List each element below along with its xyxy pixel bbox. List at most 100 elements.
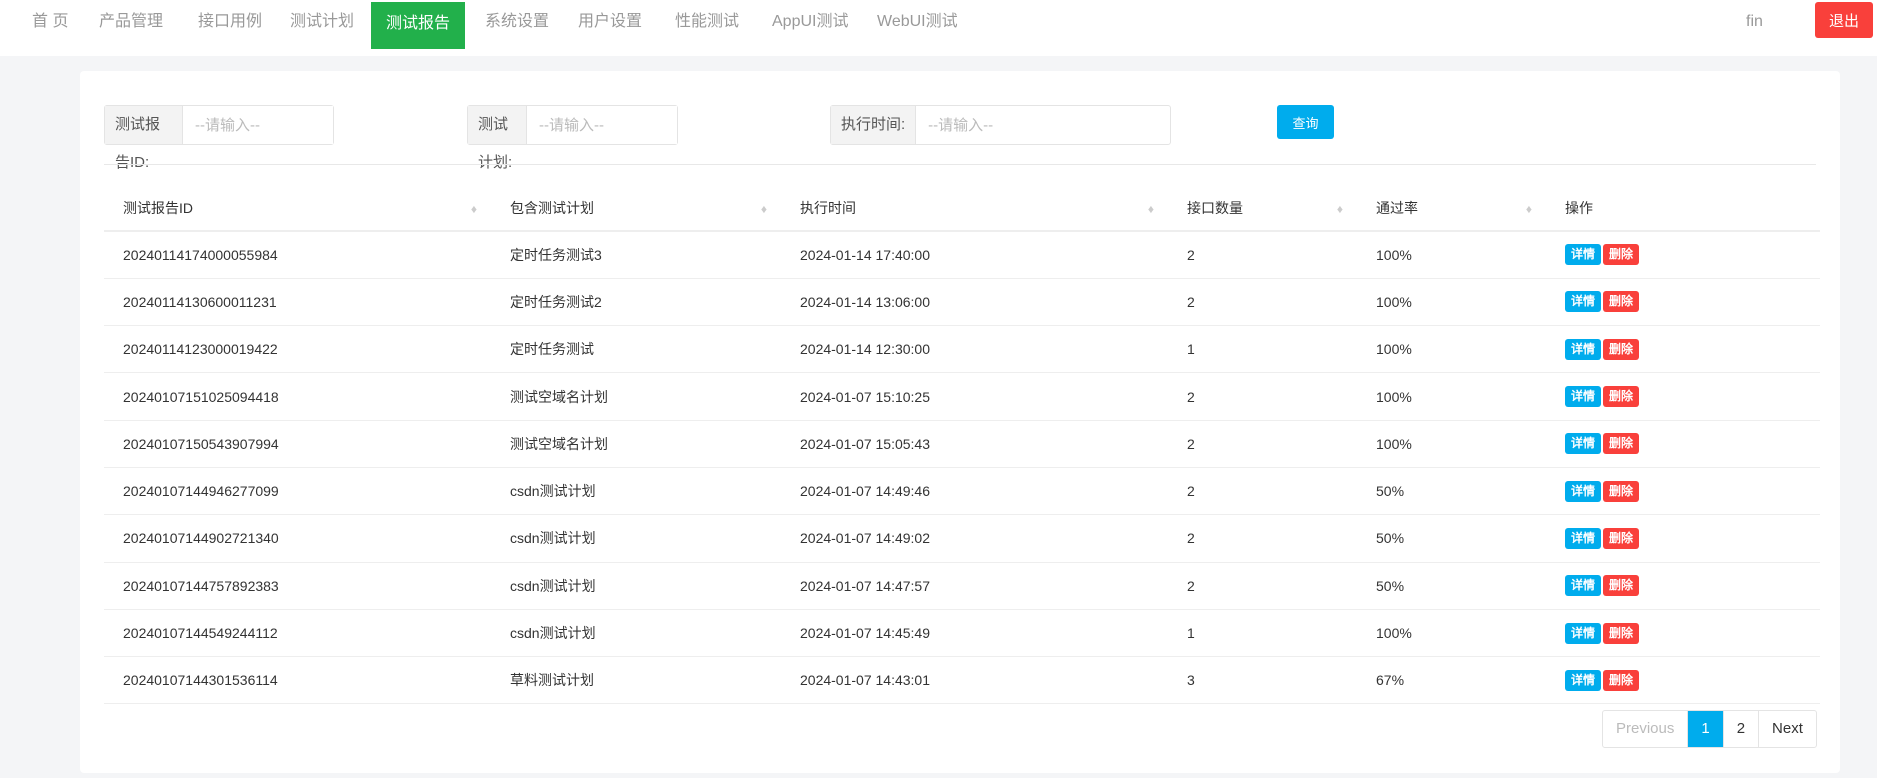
table-row: 20240107144757892383 csdn测试计划 2024-01-07 1… — [104, 562, 1820, 610]
top-nav: fin 退出 首 页产品管理 接口用例 测试计划 测试报告 系统设置 用户设置 性能测试 Ap… — [0, 0, 1877, 56]
sort-icon[interactable]: ♦ — [1526, 202, 1532, 216]
column-header[interactable]: 通过率 ♦ — [1357, 186, 1546, 232]
nav-item-3[interactable]: 测试计划 — [275, 2, 369, 42]
table-row: 20240114130600011231 定时任务测试2 2024-01-14 13… — [104, 278, 1820, 327]
detail-button[interactable]: 详情 — [1565, 433, 1602, 455]
table-cell: 测试空域名计划 — [491, 420, 781, 468]
table-cell: csdn测试计划 — [491, 609, 781, 658]
table-cell: 2 — [1168, 278, 1357, 327]
filter-label: 测试报告ID: — [105, 106, 183, 171]
table-cell: 2024-01-07 14:49:46 — [781, 467, 1168, 516]
filter-label: 测试计划: — [468, 106, 527, 171]
table-cell: 2024-01-14 13:06:00 — [781, 278, 1168, 327]
table-cell: 100% — [1357, 609, 1546, 658]
table-row: 20240114174000055984 定时任务测试3 2024-01-14 17… — [104, 231, 1820, 279]
table-cell: 20240107144549244112 — [104, 609, 491, 658]
detail-button[interactable]: 详情 — [1565, 527, 1602, 549]
actions-cell: 详情 删除 — [1546, 514, 1820, 563]
nav-item-8[interactable]: AppUI测试 — [757, 2, 863, 42]
table-cell: 20240107150543907994 — [104, 420, 491, 468]
table-cell: 定时任务测试2 — [491, 278, 781, 327]
actions-cell: 详情 删除 — [1546, 278, 1820, 327]
nav-item-5[interactable]: 系统设置 — [470, 2, 564, 42]
exec-time-input[interactable] — [916, 106, 1157, 144]
table-cell: 2 — [1168, 420, 1357, 468]
plan-input[interactable] — [527, 106, 677, 144]
table-cell: 100% — [1357, 231, 1546, 279]
table-cell: 67% — [1357, 656, 1546, 705]
page-2-button[interactable]: 2 — [1722, 711, 1758, 747]
table-row: 20240107144946277099 csdn测试计划 2024-01-07 1… — [104, 467, 1820, 516]
delete-button[interactable]: 删除 — [1603, 433, 1640, 455]
table-cell: 2 — [1168, 372, 1357, 421]
report-table: 测试报告ID ♦ 包含测试计划 ♦ 执行时间 ♦ 接口数量 ♦ 通过率 ♦ 操作 202401141… — [104, 186, 1820, 705]
delete-button[interactable]: 删除 — [1603, 386, 1640, 408]
nav-item-4[interactable]: 测试报告 — [371, 2, 466, 49]
delete-button[interactable]: 删除 — [1603, 291, 1640, 313]
detail-button[interactable]: 详情 — [1565, 338, 1602, 360]
nav-item-0[interactable]: 首 页 — [17, 2, 83, 42]
table-cell: 2 — [1168, 467, 1357, 516]
table-cell: csdn测试计划 — [491, 514, 781, 563]
sort-icon[interactable]: ♦ — [1148, 202, 1154, 216]
nav-item-7[interactable]: 性能测试 — [660, 2, 754, 42]
table-cell: 2024-01-07 14:49:02 — [781, 514, 1168, 563]
sort-icon[interactable]: ♦ — [1337, 202, 1343, 216]
column-header[interactable]: 执行时间 ♦ — [781, 186, 1168, 232]
table-cell: 1 — [1168, 609, 1357, 658]
detail-button[interactable]: 详情 — [1565, 244, 1602, 266]
table-cell: 50% — [1357, 514, 1546, 563]
nav-item-9[interactable]: WebUI测试 — [862, 2, 973, 42]
column-header[interactable]: 测试报告ID ♦ — [104, 186, 491, 232]
table-cell: 100% — [1357, 325, 1546, 374]
sort-icon[interactable]: ♦ — [761, 202, 767, 216]
delete-button[interactable]: 删除 — [1603, 480, 1640, 502]
delete-button[interactable]: 删除 — [1603, 338, 1640, 360]
current-user: fin — [1746, 13, 1763, 30]
table-cell: 2024-01-07 14:47:57 — [781, 562, 1168, 610]
table-cell: 20240107144757892383 — [104, 562, 491, 610]
table-cell: 2024-01-07 14:45:49 — [781, 609, 1168, 658]
nav-item-6[interactable]: 用户设置 — [563, 2, 657, 42]
table-cell: 2024-01-07 15:05:43 — [781, 420, 1168, 468]
table-cell: 20240107151025094418 — [104, 372, 491, 421]
delete-button[interactable]: 删除 — [1603, 622, 1640, 644]
column-header[interactable]: 包含测试计划 ♦ — [491, 186, 781, 232]
table-cell: 20240107144902721340 — [104, 514, 491, 563]
table-cell: 2024-01-14 17:40:00 — [781, 231, 1168, 279]
divider — [104, 164, 1816, 165]
detail-button[interactable]: 详情 — [1565, 386, 1602, 408]
detail-button[interactable]: 详情 — [1565, 575, 1602, 597]
next-page-button[interactable]: Next — [1758, 711, 1816, 747]
nav-item-2[interactable]: 接口用例 — [183, 2, 277, 42]
table-cell: 20240114123000019422 — [104, 325, 491, 374]
detail-button[interactable]: 详情 — [1565, 669, 1602, 691]
report-id-input[interactable] — [183, 106, 333, 144]
column-header[interactable]: 接口数量 ♦ — [1168, 186, 1357, 232]
actions-cell: 详情 删除 — [1546, 372, 1820, 421]
table-cell: 100% — [1357, 372, 1546, 421]
table-row: 20240107144902721340 csdn测试计划 2024-01-07 1… — [104, 514, 1820, 563]
table-cell: 100% — [1357, 420, 1546, 468]
actions-cell: 详情 删除 — [1546, 467, 1820, 516]
detail-button[interactable]: 详情 — [1565, 480, 1602, 502]
sort-icon[interactable]: ♦ — [471, 202, 477, 216]
logout-button[interactable]: 退出 — [1815, 2, 1873, 38]
table-row: 20240107144301536114 草料测试计划 2024-01-07 14:… — [104, 656, 1820, 705]
table-cell: 20240107144301536114 — [104, 656, 491, 705]
page-1-button[interactable]: 1 — [1687, 711, 1723, 747]
delete-button[interactable]: 删除 — [1603, 244, 1640, 266]
previous-page-button[interactable]: Previous — [1603, 711, 1687, 747]
nav-item-1[interactable]: 产品管理 — [84, 2, 178, 42]
column-header-label: 包含测试计划 — [510, 200, 594, 216]
delete-button[interactable]: 删除 — [1603, 669, 1640, 691]
detail-button[interactable]: 详情 — [1565, 291, 1602, 313]
column-header: 操作 — [1546, 186, 1820, 232]
query-button[interactable]: 查询 — [1277, 105, 1334, 139]
table-cell: 1 — [1168, 325, 1357, 374]
detail-button[interactable]: 详情 — [1565, 622, 1602, 644]
delete-button[interactable]: 删除 — [1603, 527, 1640, 549]
delete-button[interactable]: 删除 — [1603, 575, 1640, 597]
table-cell: 2024-01-07 15:10:25 — [781, 372, 1168, 421]
table-cell: 20240114130600011231 — [104, 278, 491, 327]
